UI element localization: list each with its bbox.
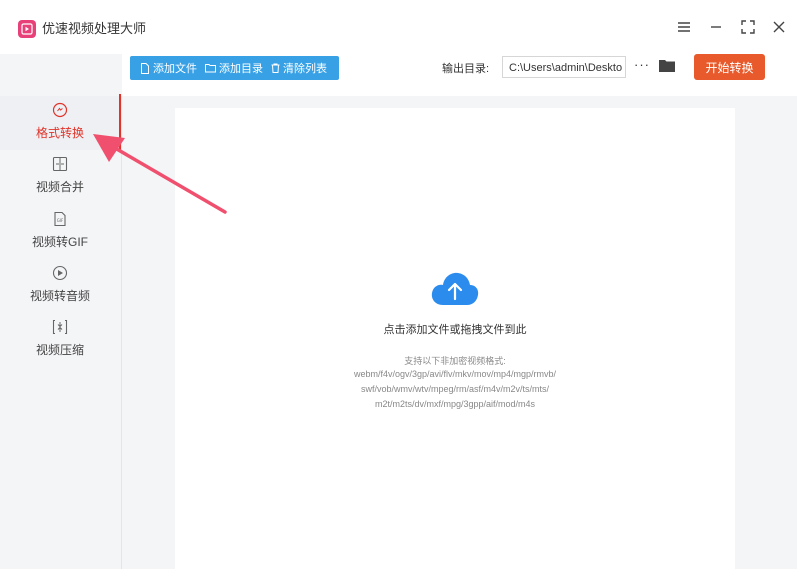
browse-more-button[interactable]: ··· bbox=[632, 58, 652, 76]
sidebar-item-label: 格式转换 bbox=[35, 126, 84, 140]
formats-line: m2t/m2ts/dv/mxf/mpg/3gpp/aif/mod/m4s bbox=[374, 399, 536, 409]
title-bar: 优速视频处理大师 bbox=[0, 0, 805, 54]
file-drop-zone[interactable]: 点击添加文件或拖拽文件到此 支持以下非加密视频格式: webm/f4v/ogv/… bbox=[175, 108, 735, 569]
formats-line: swf/vob/wmv/wtv/mpeg/rm/asf/m4v/m2v/ts/m… bbox=[360, 384, 550, 394]
sidebar-item-label: 视频转音频 bbox=[29, 289, 90, 303]
formats-line: webm/f4v/ogv/3gp/avi/flv/mkv/mov/mp4/mgp… bbox=[353, 369, 557, 379]
file-icon bbox=[141, 62, 149, 74]
audio-icon bbox=[52, 265, 68, 281]
output-dir-label: 输出目录: bbox=[442, 63, 490, 75]
formats-title: 支持以下非加密视频格式: bbox=[404, 356, 506, 366]
sidebar-item-audio[interactable]: 视频转音频 bbox=[0, 259, 120, 313]
merge-icon bbox=[52, 156, 68, 172]
minimize-icon[interactable] bbox=[705, 16, 727, 38]
add-folder-button[interactable]: 添加目录 bbox=[201, 56, 267, 80]
scrollbar-track bbox=[797, 54, 805, 569]
gif-icon: GIF bbox=[54, 211, 66, 227]
file-toolbar: 添加文件 添加目录 清除列表 bbox=[130, 56, 339, 80]
cloud-upload-icon bbox=[431, 272, 479, 305]
close-icon[interactable] bbox=[768, 16, 790, 38]
drop-hint: 点击添加文件或拖拽文件到此 bbox=[383, 324, 527, 336]
folder-icon bbox=[205, 64, 216, 73]
start-convert-button[interactable]: 开始转换 bbox=[694, 54, 765, 80]
trash-icon bbox=[271, 63, 280, 73]
add-file-label: 添加文件 bbox=[153, 63, 197, 75]
format-convert-icon bbox=[52, 102, 68, 118]
sidebar-item-label: 视频压缩 bbox=[35, 343, 84, 357]
app-title: 优速视频处理大师 bbox=[42, 21, 147, 36]
fullscreen-icon[interactable] bbox=[737, 16, 759, 38]
sidebar-item-label: 视频合并 bbox=[35, 180, 84, 194]
compress-icon bbox=[52, 319, 68, 335]
annotation-arrow-icon bbox=[93, 134, 227, 214]
add-folder-label: 添加目录 bbox=[219, 63, 263, 75]
output-dir-field[interactable]: C:\Users\admin\Deskto bbox=[502, 56, 626, 78]
sidebar-item-compress[interactable]: 视频压缩 bbox=[0, 313, 120, 367]
add-file-button[interactable]: 添加文件 bbox=[136, 56, 201, 80]
clear-list-button[interactable]: 清除列表 bbox=[267, 56, 331, 80]
app-logo-icon bbox=[18, 20, 36, 38]
sidebar-item-label: 视频转GIF bbox=[32, 235, 88, 249]
svg-text:GIF: GIF bbox=[57, 218, 64, 223]
open-folder-icon[interactable] bbox=[658, 58, 676, 74]
clear-list-label: 清除列表 bbox=[283, 63, 327, 75]
menu-icon[interactable] bbox=[673, 16, 695, 38]
